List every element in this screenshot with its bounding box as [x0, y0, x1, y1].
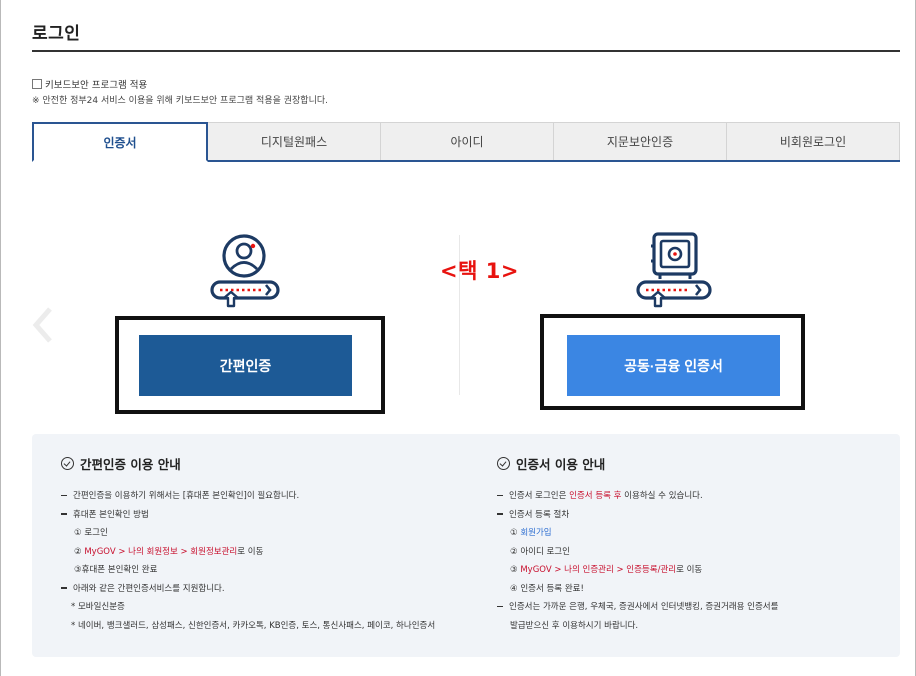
simple-auth-guide-title: 간편인증 이용 안내	[61, 454, 481, 473]
guide-line-continued: 발급받으신 후 이용하시기 바랍니다.	[510, 620, 639, 631]
certificate-guide: 인증서 이용 안내 인증서 로그인은 인증서 등록 후 이용하실 수 있습니다.…	[497, 454, 897, 635]
tab-id[interactable]: 아이디	[381, 122, 554, 160]
check-circle-icon	[497, 457, 510, 470]
keyboard-security-label: 키보드보안 프로그램 적용	[45, 80, 148, 91]
tab-fingerprint[interactable]: 지문보안인증	[554, 122, 727, 160]
chevron-left-icon[interactable]	[30, 305, 56, 345]
title-divider	[32, 50, 900, 52]
guide-step: ② MyGOV > 나의 회원정보 > 회원정보관리로 이동	[74, 546, 264, 557]
login-method-tabs: 인증서 디지털원패스 아이디 지문보안인증 비회원로그인	[32, 122, 900, 162]
certificate-button[interactable]: 공동·금융 인증서	[567, 335, 780, 396]
guide-step: ① 로그인	[74, 528, 108, 538]
mygov-cert-manage-link[interactable]: MyGOV > 나의 인증관리 > 인증등록/관리	[520, 565, 676, 575]
guide-subitem: * 모바일신분증	[71, 602, 125, 612]
guide-line: 휴대폰 본인확인 방법	[61, 506, 481, 525]
keyboard-security-option[interactable]: 키보드보안 프로그램 적용	[32, 77, 147, 91]
simple-auth-button[interactable]: 간편인증	[139, 335, 352, 396]
check-circle-icon	[61, 457, 74, 470]
page-title: 로그인	[32, 24, 81, 44]
guide-step: ① 회원가입	[510, 528, 552, 538]
keyboard-security-checkbox[interactable]	[32, 79, 42, 89]
guide-step: ③ MyGOV > 나의 인증관리 > 인증등록/관리로 이동	[510, 565, 703, 575]
guide-subitem: * 네이버, 뱅크샐러드, 삼성패스, 신한인증서, 카카오톡, KB인증, 토…	[71, 620, 436, 631]
guide-step: ④ 인증서 등록 완료!	[510, 583, 584, 594]
tab-certificate[interactable]: 인증서	[32, 122, 208, 162]
signup-link[interactable]: 회원가입	[520, 528, 551, 538]
guide-line: 간편인증을 이용하기 위해서는 [휴대폰 본인확인]이 필요합니다.	[61, 487, 481, 506]
guide-line: 아래와 같은 간편인증서비스를 지원합니다.	[61, 580, 481, 599]
guide-line: 인증서는 가까운 은행, 우체국, 증권사에서 인터넷뱅킹, 증권거래용 인증서…	[497, 598, 897, 617]
mygov-member-info-link[interactable]: MyGOV > 나의 회원정보 > 회원정보관리	[84, 547, 237, 557]
safe-card-icon	[636, 232, 712, 308]
usage-guide-panel: 간편인증 이용 안내 간편인증을 이용하기 위해서는 [휴대폰 본인확인]이 필…	[32, 434, 900, 657]
guide-step: ③휴대폰 본인확인 완료	[74, 565, 158, 575]
keyboard-security-note: ※ 안전한 정부24 서비스 이용을 위해 키보드보안 프로그램 적용을 권장합…	[32, 96, 329, 106]
guide-line: 인증서 로그인은 인증서 등록 후 이용하실 수 있습니다.	[497, 487, 897, 506]
tab-digital-onepass[interactable]: 디지털원패스	[208, 122, 381, 160]
certificate-guide-title: 인증서 이용 안내	[497, 454, 897, 473]
simple-auth-guide: 간편인증 이용 안내 간편인증을 이용하기 위해서는 [휴대폰 본인확인]이 필…	[61, 454, 481, 635]
guide-line: 인증서 등록 절차	[497, 506, 897, 525]
choose-one-annotation: <택 1>	[440, 259, 519, 283]
tab-guest-login[interactable]: 비회원로그인	[727, 122, 900, 160]
guide-step: ② 아이디 로그인	[510, 546, 570, 557]
person-id-card-icon	[210, 234, 280, 308]
